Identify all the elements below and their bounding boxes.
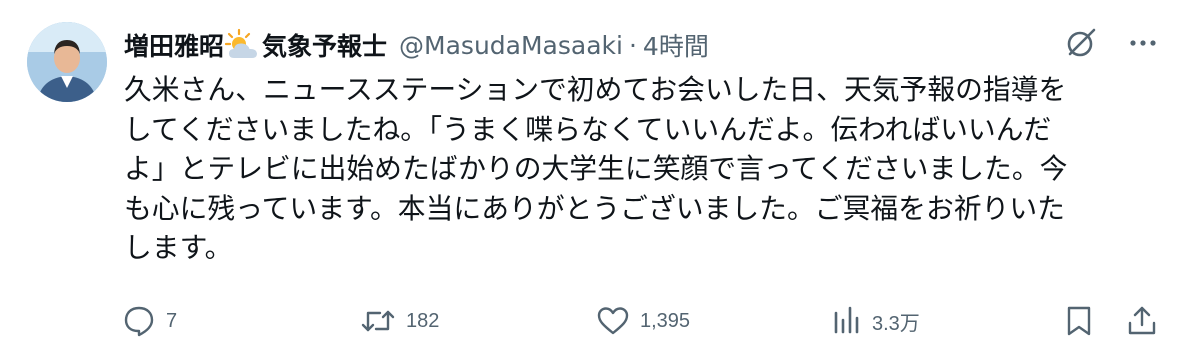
post-top-actions (1064, 26, 1158, 60)
separator-dot: · (628, 30, 637, 60)
action-bar: 7 182 1,395 3.3万 (122, 298, 1167, 344)
share-button[interactable] (1126, 298, 1158, 344)
grok-slash-icon[interactable] (1064, 26, 1098, 60)
post-header: 増田雅昭 気象予報士 @MasudaMasaaki · 4時間 (124, 24, 709, 66)
repost-icon (360, 304, 396, 338)
views-bar-chart-icon (832, 304, 862, 338)
reply-button[interactable]: 7 (122, 298, 177, 344)
author-name-suffix: 気象予報士 (262, 32, 388, 61)
views-count: 3.3万 (872, 312, 920, 335)
sun-behind-cloud-icon (225, 28, 261, 62)
like-button[interactable]: 1,395 (596, 298, 690, 344)
bookmark-icon (1064, 304, 1094, 338)
like-count: 1,395 (640, 309, 691, 332)
repost-count: 182 (406, 309, 440, 332)
share-icon (1126, 304, 1158, 338)
avatar-photo (27, 22, 107, 102)
views-button[interactable]: 3.3万 (832, 298, 920, 344)
reply-count: 7 (166, 309, 178, 332)
author-name[interactable]: 増田雅昭 (124, 27, 224, 63)
repost-button[interactable]: 182 (360, 298, 439, 344)
more-dots-icon[interactable] (1128, 28, 1158, 58)
reply-bubble-icon (122, 304, 156, 338)
bookmark-button[interactable] (1064, 298, 1094, 344)
author-handle[interactable]: @MasudaMasaaki (399, 31, 623, 60)
post-time[interactable]: 4時間 (643, 27, 709, 63)
post-text: 久米さん、ニュースステーションで初めてお会いした日、天気予報の指導を してくださ… (124, 73, 1068, 265)
avatar[interactable] (27, 22, 107, 102)
heart-icon (596, 304, 630, 338)
